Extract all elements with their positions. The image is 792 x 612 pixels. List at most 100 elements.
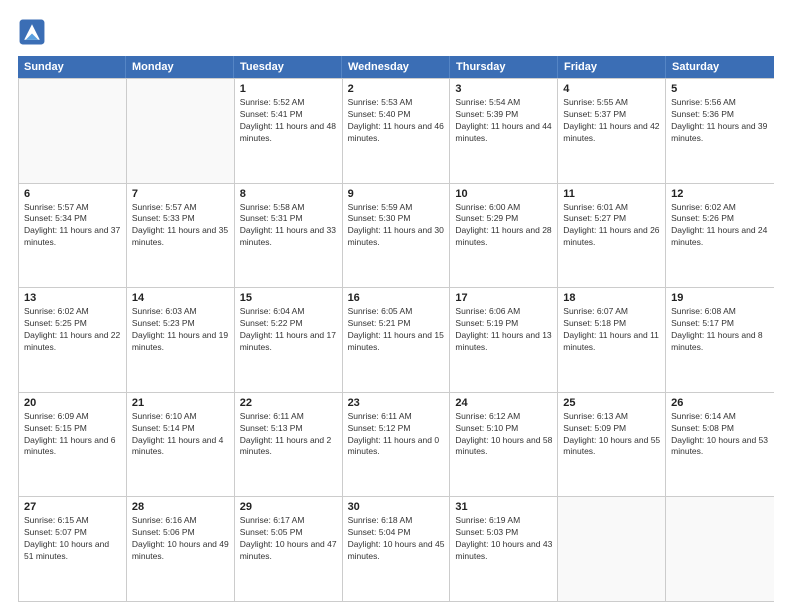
day-number: 11 [563, 188, 660, 200]
calendar-cell: 2 Sunrise: 5:53 AM Sunset: 5:40 PM Daylig… [343, 79, 451, 183]
day-info: Sunrise: 6:16 AM Sunset: 5:06 PM Dayligh… [132, 515, 229, 563]
day-info: Sunrise: 5:54 AM Sunset: 5:39 PM Dayligh… [455, 97, 552, 145]
calendar-cell: 31Sunrise: 6:19 AM Sunset: 5:03 PM Dayli… [450, 497, 558, 601]
weekday-header: Wednesday [342, 56, 450, 78]
weekday-header: Monday [126, 56, 234, 78]
calendar-cell: 23 Sunrise: 6:11 AM Sunset: 5:12 PM Dayli… [343, 393, 451, 497]
day-info: Sunrise: 5:52 AM Sunset: 5:41 PM Dayligh… [240, 97, 337, 145]
day-info: Sunrise: 6:06 AM Sunset: 5:19 PM Dayligh… [455, 306, 552, 354]
day-number: 2 [348, 83, 445, 95]
calendar-row: 6 Sunrise: 5:57 AM Sunset: 5:34 PM Daylig… [19, 183, 774, 288]
calendar-cell: 19Sunrise: 6:08 AM Sunset: 5:17 PM Dayli… [666, 288, 774, 392]
calendar-cell: 12 Sunrise: 6:02 AM Sunset: 5:26 PM Dayli… [666, 184, 774, 288]
calendar-cell [558, 497, 666, 601]
logo-icon [18, 18, 46, 46]
calendar-cell: 29 Sunrise: 6:17 AM Sunset: 5:05 PM Dayli… [235, 497, 343, 601]
calendar-cell: 16 Sunrise: 6:05 AM Sunset: 5:21 PM Dayli… [343, 288, 451, 392]
calendar-cell: 5 Sunrise: 5:56 AM Sunset: 5:36 PM Daylig… [666, 79, 774, 183]
day-info: Sunrise: 6:13 AM Sunset: 5:09 PM Dayligh… [563, 411, 660, 459]
day-number: 27 [24, 501, 121, 513]
calendar-cell: 7Sunrise: 5:57 AM Sunset: 5:33 PM Daylig… [127, 184, 235, 288]
day-number: 3 [455, 83, 552, 95]
day-info: Sunrise: 6:02 AM Sunset: 5:25 PM Dayligh… [24, 306, 121, 354]
calendar-cell: 26Sunrise: 6:14 AM Sunset: 5:08 PM Dayli… [666, 393, 774, 497]
day-number: 7 [132, 188, 229, 200]
day-number: 13 [24, 292, 121, 304]
calendar-header: SundayMondayTuesdayWednesdayThursdayFrid… [18, 56, 774, 78]
day-info: Sunrise: 6:05 AM Sunset: 5:21 PM Dayligh… [348, 306, 445, 354]
calendar-cell: 10 Sunrise: 6:00 AM Sunset: 5:29 PM Dayli… [450, 184, 558, 288]
day-info: Sunrise: 6:08 AM Sunset: 5:17 PM Dayligh… [671, 306, 769, 354]
day-number: 18 [563, 292, 660, 304]
day-info: Sunrise: 5:56 AM Sunset: 5:36 PM Dayligh… [671, 97, 769, 145]
day-info: Sunrise: 6:10 AM Sunset: 5:14 PM Dayligh… [132, 411, 229, 459]
day-number: 20 [24, 397, 121, 409]
day-info: Sunrise: 6:15 AM Sunset: 5:07 PM Dayligh… [24, 515, 121, 563]
weekday-header: Saturday [666, 56, 774, 78]
calendar-cell: 18 Sunrise: 6:07 AM Sunset: 5:18 PM Dayli… [558, 288, 666, 392]
day-info: Sunrise: 6:00 AM Sunset: 5:29 PM Dayligh… [455, 202, 552, 250]
weekday-header: Thursday [450, 56, 558, 78]
day-number: 9 [348, 188, 445, 200]
day-number: 4 [563, 83, 660, 95]
calendar-cell: 15 Sunrise: 6:04 AM Sunset: 5:22 PM Dayli… [235, 288, 343, 392]
day-number: 17 [455, 292, 552, 304]
day-info: Sunrise: 5:59 AM Sunset: 5:30 PM Dayligh… [348, 202, 445, 250]
calendar-cell: 14 Sunrise: 6:03 AM Sunset: 5:23 PM Dayli… [127, 288, 235, 392]
day-info: Sunrise: 6:11 AM Sunset: 5:12 PM Dayligh… [348, 411, 445, 459]
calendar-cell: 17 Sunrise: 6:06 AM Sunset: 5:19 PM Dayli… [450, 288, 558, 392]
day-number: 29 [240, 501, 337, 513]
day-number: 21 [132, 397, 229, 409]
day-info: Sunrise: 5:55 AM Sunset: 5:37 PM Dayligh… [563, 97, 660, 145]
day-number: 8 [240, 188, 337, 200]
calendar-cell: 8 Sunrise: 5:58 AM Sunset: 5:31 PM Daylig… [235, 184, 343, 288]
day-number: 16 [348, 292, 445, 304]
page: SundayMondayTuesdayWednesdayThursdayFrid… [0, 0, 792, 612]
calendar-cell [127, 79, 235, 183]
day-info: Sunrise: 6:17 AM Sunset: 5:05 PM Dayligh… [240, 515, 337, 563]
day-info: Sunrise: 6:02 AM Sunset: 5:26 PM Dayligh… [671, 202, 769, 250]
day-info: Sunrise: 6:18 AM Sunset: 5:04 PM Dayligh… [348, 515, 445, 563]
day-info: Sunrise: 6:11 AM Sunset: 5:13 PM Dayligh… [240, 411, 337, 459]
day-info: Sunrise: 6:01 AM Sunset: 5:27 PM Dayligh… [563, 202, 660, 250]
calendar-cell: 13 Sunrise: 6:02 AM Sunset: 5:25 PM Dayli… [19, 288, 127, 392]
calendar-row: 1 Sunrise: 5:52 AM Sunset: 5:41 PM Daylig… [19, 78, 774, 183]
weekday-header: Sunday [18, 56, 126, 78]
day-number: 15 [240, 292, 337, 304]
calendar-cell: 1 Sunrise: 5:52 AM Sunset: 5:41 PM Daylig… [235, 79, 343, 183]
day-number: 22 [240, 397, 337, 409]
calendar-cell: 6 Sunrise: 5:57 AM Sunset: 5:34 PM Daylig… [19, 184, 127, 288]
calendar-body: 1 Sunrise: 5:52 AM Sunset: 5:41 PM Daylig… [18, 78, 774, 602]
calendar-cell: 28Sunrise: 6:16 AM Sunset: 5:06 PM Dayli… [127, 497, 235, 601]
calendar-cell: 24 Sunrise: 6:12 AM Sunset: 5:10 PM Dayli… [450, 393, 558, 497]
calendar-cell: 21 Sunrise: 6:10 AM Sunset: 5:14 PM Dayli… [127, 393, 235, 497]
day-number: 10 [455, 188, 552, 200]
calendar-cell: 20 Sunrise: 6:09 AM Sunset: 5:15 PM Dayli… [19, 393, 127, 497]
calendar-cell: 22 Sunrise: 6:11 AM Sunset: 5:13 PM Dayli… [235, 393, 343, 497]
day-info: Sunrise: 6:09 AM Sunset: 5:15 PM Dayligh… [24, 411, 121, 459]
day-info: Sunrise: 6:07 AM Sunset: 5:18 PM Dayligh… [563, 306, 660, 354]
day-info: Sunrise: 6:12 AM Sunset: 5:10 PM Dayligh… [455, 411, 552, 459]
day-info: Sunrise: 6:04 AM Sunset: 5:22 PM Dayligh… [240, 306, 337, 354]
calendar-cell: 9 Sunrise: 5:59 AM Sunset: 5:30 PM Daylig… [343, 184, 451, 288]
day-number: 5 [671, 83, 769, 95]
day-info: Sunrise: 5:53 AM Sunset: 5:40 PM Dayligh… [348, 97, 445, 145]
day-info: Sunrise: 6:14 AM Sunset: 5:08 PM Dayligh… [671, 411, 769, 459]
day-number: 6 [24, 188, 121, 200]
day-number: 1 [240, 83, 337, 95]
day-number: 23 [348, 397, 445, 409]
day-number: 24 [455, 397, 552, 409]
logo [18, 18, 50, 46]
weekday-header: Friday [558, 56, 666, 78]
day-number: 14 [132, 292, 229, 304]
day-info: Sunrise: 5:58 AM Sunset: 5:31 PM Dayligh… [240, 202, 337, 250]
calendar-cell [19, 79, 127, 183]
day-info: Sunrise: 6:03 AM Sunset: 5:23 PM Dayligh… [132, 306, 229, 354]
day-info: Sunrise: 5:57 AM Sunset: 5:34 PM Dayligh… [24, 202, 121, 250]
calendar-cell: 25Sunrise: 6:13 AM Sunset: 5:09 PM Dayli… [558, 393, 666, 497]
calendar-row: 13 Sunrise: 6:02 AM Sunset: 5:25 PM Dayli… [19, 287, 774, 392]
day-number: 31 [455, 501, 552, 513]
calendar-cell: 30Sunrise: 6:18 AM Sunset: 5:04 PM Dayli… [343, 497, 451, 601]
calendar-cell [666, 497, 774, 601]
day-number: 12 [671, 188, 769, 200]
